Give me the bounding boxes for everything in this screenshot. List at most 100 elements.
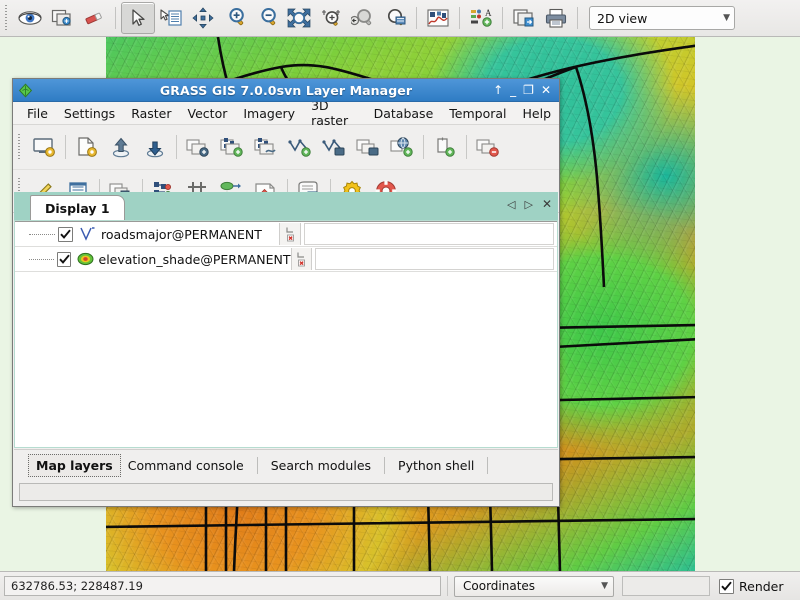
checkmark-icon [60,229,71,239]
tab-python-shell[interactable]: Python shell [391,455,481,476]
shade-button[interactable]: ↑ [493,84,503,96]
zoom-out-icon[interactable] [251,3,283,33]
remove-layer-icon[interactable] [471,131,505,163]
create-new-workspace-icon[interactable] [70,131,104,163]
zoom-to-selected-icon[interactable] [283,3,315,33]
layer-visibility-checkbox[interactable] [58,226,73,242]
tab-display-1[interactable]: Display 1 [30,195,125,220]
erase-display-icon[interactable] [78,3,110,33]
coordinates-value: 632786.53; 228487.19 [11,579,143,593]
zoom-to-extent-icon[interactable] [315,3,347,33]
toolbar-separator [459,7,460,29]
display-notebook: Display 1 ◁ ▷ ✕ roadsmajor@PERMANENT ele… [14,192,558,448]
next-display-button[interactable]: ▷ [524,198,532,211]
layer-manager-titlebar[interactable]: GRASS GIS 7.0.0svn Layer Manager ↑ _ ❐ ✕ [13,79,559,102]
maximize-button[interactable]: ❐ [523,84,534,96]
query-raster-vector-icon[interactable] [155,3,187,33]
display-tabbar: Display 1 ◁ ▷ ✕ [14,192,558,220]
add-command-layer-icon[interactable] [317,131,351,163]
toolbar-separator [115,7,116,29]
menu-vector[interactable]: Vector [180,104,236,123]
statusbar-blank-field[interactable] [622,576,710,596]
view-mode-value: 2D view [597,10,648,26]
pointer-icon[interactable] [121,2,155,34]
menu-file[interactable]: File [19,104,56,123]
toolbar-grip[interactable] [2,5,11,31]
chevron-down-icon: ▼ [601,581,608,591]
statusbar-mode-select[interactable]: Coordinates ▼ [454,575,614,597]
chevron-down-icon: ▼ [723,13,730,23]
prev-display-button[interactable]: ◁ [507,198,515,211]
save-display-icon[interactable] [508,3,540,33]
menu-imagery[interactable]: Imagery [235,104,303,123]
menu-help[interactable]: Help [515,104,560,123]
render-checkbox-box[interactable] [719,578,734,594]
checkmark-icon [58,254,70,264]
display-nav-buttons: ◁ ▷ ✕ [507,197,552,211]
toolbar-grip[interactable] [15,134,24,160]
grass-leaf-icon [17,82,33,98]
add-vector-layer-icon[interactable] [249,131,283,163]
add-map-elements-icon[interactable]: A [465,3,497,33]
layer-manager-toolbar-row1 [13,125,559,170]
toolbar-separator [65,135,66,159]
tab-separator [384,456,386,474]
print-icon[interactable] [540,3,572,33]
zoom-to-region-icon[interactable] [379,3,411,33]
open-workspace-icon[interactable] [104,131,138,163]
add-group-icon[interactable] [351,131,385,163]
tree-connector-line [29,233,55,235]
layer-manager-bottom-tabs: Map layers Command console Search module… [14,449,558,480]
checkmark-icon [721,581,732,591]
layer-tree-item-roadsmajor[interactable]: roadsmajor@PERMANENT [15,222,557,247]
close-display-button[interactable]: ✕ [542,197,552,211]
render-checkbox[interactable]: Render [719,578,784,594]
layer-tree-item-elevation-shade[interactable]: elevation_shade@PERMANENT [15,247,557,272]
vector-layer-icon [78,226,97,242]
save-workspace-icon[interactable] [138,131,172,163]
toolbar-separator [423,135,424,159]
tree-connector-line [29,258,54,260]
layer-extra-cell[interactable] [314,248,554,270]
layer-tree[interactable]: roadsmajor@PERMANENT elevation_shade@PER… [15,221,557,447]
menu-database[interactable]: Database [366,104,442,123]
menu-temporal[interactable]: Temporal [441,104,514,123]
add-legend-icon[interactable] [428,131,462,163]
layer-name: roadsmajor@PERMANENT [101,226,262,242]
tab-search-modules[interactable]: Search modules [264,455,378,476]
layer-extra-cell[interactable] [304,223,554,245]
render-map-icon[interactable] [46,3,78,33]
layer-visibility-checkbox[interactable] [56,251,72,267]
start-new-display-icon[interactable] [27,131,61,163]
layer-opacity-cell[interactable] [279,223,301,245]
menu-settings[interactable]: Settings [56,104,123,123]
analyze-profile-icon[interactable] [422,3,454,33]
coordinates-readout: 632786.53; 228487.19 [4,576,441,596]
tab-command-console[interactable]: Command console [121,455,251,476]
tab-display-1-label: Display 1 [45,200,110,216]
add-web-service-layer-icon[interactable] [385,131,419,163]
menu-raster[interactable]: Raster [123,104,179,123]
raster-layer-icon [76,251,94,267]
zoom-in-icon[interactable] [219,3,251,33]
statusbar-separator [447,576,448,596]
map-display-statusbar: 632786.53; 228487.19 Coordinates ▼ Rende… [0,571,800,600]
minimize-button[interactable]: _ [510,84,516,96]
add-various-raster-icon[interactable] [215,131,249,163]
display-map-icon[interactable] [14,3,46,33]
add-various-vector-icon[interactable] [283,131,317,163]
tab-map-layers[interactable]: Map layers [28,453,121,477]
layer-properties-icon [285,227,294,242]
toolbar-separator [176,135,177,159]
add-raster-layer-icon[interactable] [181,131,215,163]
pan-icon[interactable] [187,3,219,33]
layer-manager-status-field [19,483,553,501]
toolbar-separator [502,7,503,29]
toolbar-separator [466,135,467,159]
view-mode-select[interactable]: 2D view ▼ [589,6,735,30]
layer-opacity-cell[interactable] [290,248,312,270]
zoom-back-icon[interactable] [347,3,379,33]
tab-separator [487,456,489,474]
close-button[interactable]: ✕ [541,84,551,96]
layer-manager-window[interactable]: GRASS GIS 7.0.0svn Layer Manager ↑ _ ❐ ✕… [12,78,560,507]
